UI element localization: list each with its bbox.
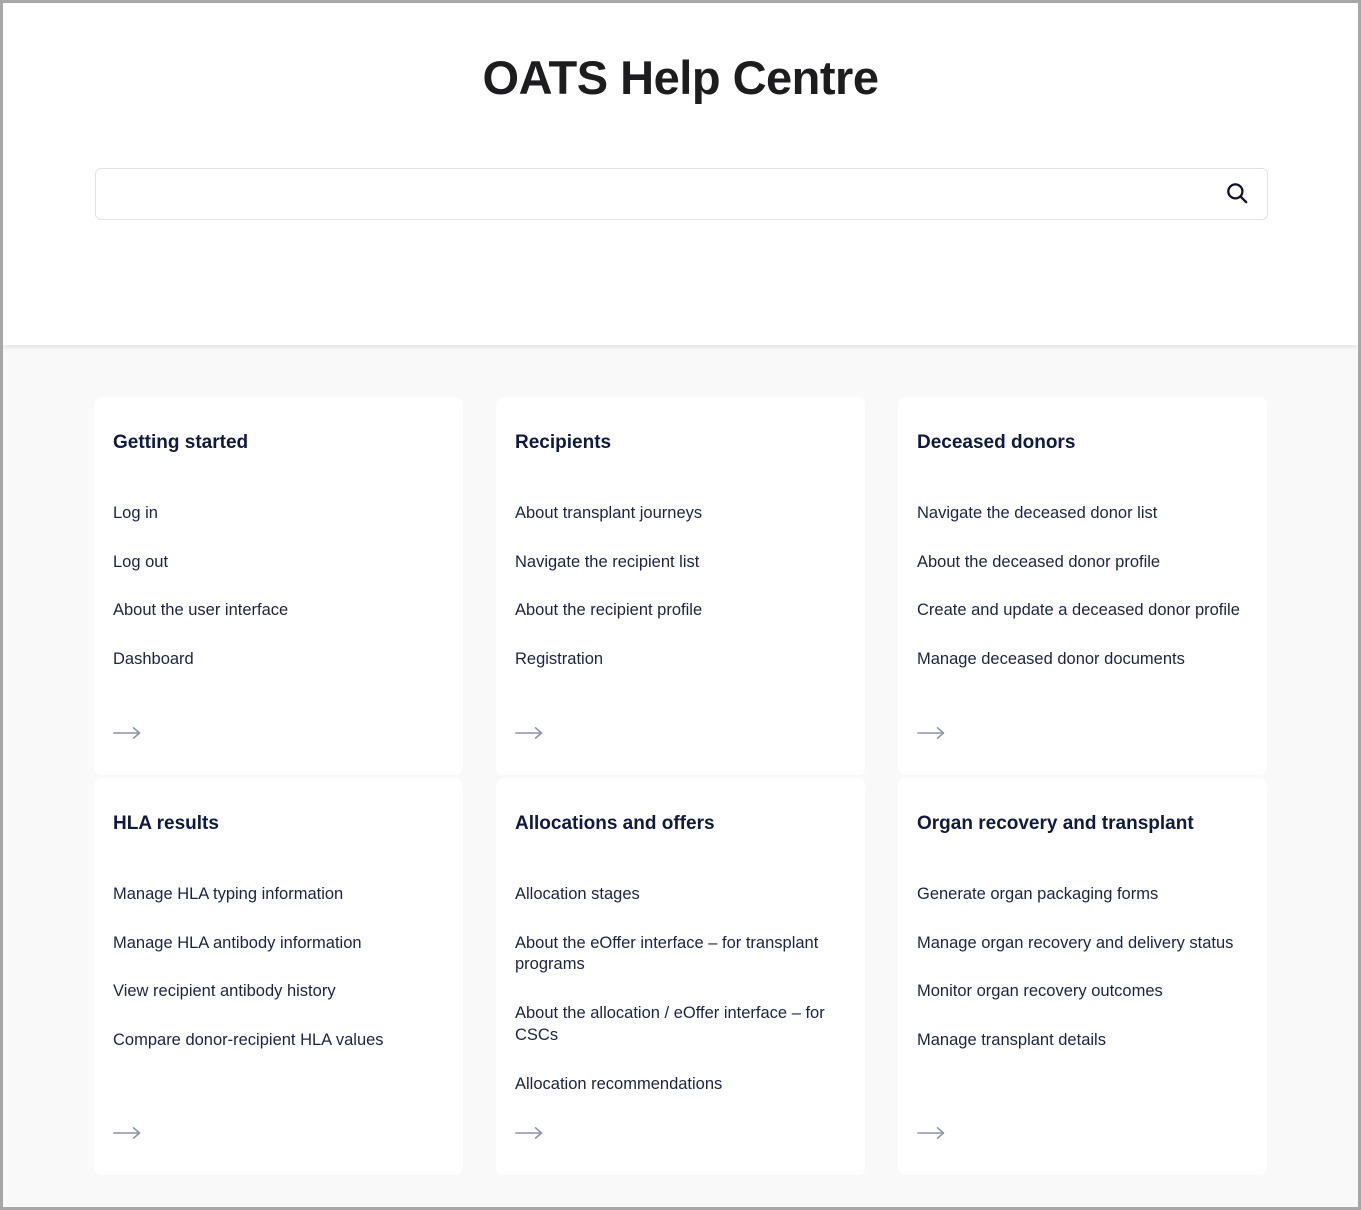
content-area: Getting started Log in Log out About the… [3,345,1358,1207]
card-link[interactable]: About the recipient profile [515,600,839,622]
card-see-more-link[interactable] [113,725,147,745]
card-see-more-link[interactable] [515,725,549,745]
search-input[interactable] [96,169,1207,219]
card-link[interactable]: Manage HLA antibody information [113,933,437,955]
category-card: HLA results Manage HLA typing informatio… [94,778,463,1176]
card-see-more-link[interactable] [113,1125,147,1145]
card-link-list: Navigate the deceased donor list About t… [917,503,1241,695]
card-link[interactable]: Dashboard [113,649,437,671]
arrow-right-icon [515,726,545,745]
card-link[interactable]: View recipient antibody history [113,981,437,1003]
page-title: OATS Help Centre [482,51,879,104]
card-link[interactable]: Create and update a deceased donor profi… [917,600,1241,622]
card-link[interactable]: Log in [113,503,437,525]
card-link[interactable]: Manage HLA typing information [113,884,437,906]
card-see-more-link[interactable] [515,1125,549,1145]
card-title: Allocations and offers [515,813,715,834]
search-submit-button[interactable] [1221,178,1253,210]
card-title: Organ recovery and transplant [917,813,1194,834]
card-title: Recipients [515,432,612,453]
card-link-list: Log in Log out About the user interface … [113,503,437,695]
arrow-right-icon [917,1126,947,1145]
card-title: Deceased donors [917,432,1076,453]
arrow-right-icon [113,726,143,745]
category-card: Deceased donors Navigate the deceased do… [898,397,1267,775]
card-link[interactable]: Manage deceased donor documents [917,649,1241,671]
card-link-list: About transplant journeys Navigate the r… [515,503,839,695]
card-link[interactable]: Generate organ packaging forms [917,884,1241,906]
card-link-list: Generate organ packaging forms Manage or… [917,884,1241,1096]
card-link[interactable]: Compare donor-recipient HLA values [113,1030,437,1052]
card-title: HLA results [113,813,219,834]
card-link-list: Manage HLA typing information Manage HLA… [113,884,437,1096]
card-link[interactable]: Allocation recommendations [515,1074,839,1096]
card-link[interactable]: Navigate the deceased donor list [917,503,1241,525]
card-link[interactable]: About the deceased donor profile [917,552,1241,574]
category-card-grid: Getting started Log in Log out About the… [94,397,1267,1176]
help-centre-page: OATS Help Centre Getting started Log in … [0,0,1361,1210]
card-link[interactable]: About the allocation / eOffer interface … [515,1003,839,1047]
card-see-more-link[interactable] [917,1125,951,1145]
category-card: Recipients About transplant journeys Nav… [496,397,865,775]
card-link[interactable]: About the user interface [113,600,437,622]
card-link-list: Allocation stages About the eOffer inter… [515,884,839,1096]
category-card: Getting started Log in Log out About the… [94,397,463,775]
search-bar [95,168,1268,220]
card-link[interactable]: Navigate the recipient list [515,552,839,574]
card-link[interactable]: Registration [515,649,839,671]
page-header: OATS Help Centre [3,3,1358,345]
card-see-more-link[interactable] [917,725,951,745]
search-box[interactable] [95,168,1268,220]
arrow-right-icon [917,726,947,745]
card-link[interactable]: Allocation stages [515,884,839,906]
search-icon [1224,180,1250,209]
card-link[interactable]: Monitor organ recovery outcomes [917,981,1241,1003]
card-link[interactable]: Manage transplant details [917,1030,1241,1052]
category-card: Organ recovery and transplant Generate o… [898,778,1267,1176]
card-title: Getting started [113,432,249,453]
card-link[interactable]: About transplant journeys [515,503,839,525]
card-link[interactable]: Log out [113,552,437,574]
arrow-right-icon [515,1126,545,1145]
arrow-right-icon [113,1126,143,1145]
card-link[interactable]: Manage organ recovery and delivery statu… [917,933,1241,955]
category-card: Allocations and offers Allocation stages… [496,778,865,1176]
card-link[interactable]: About the eOffer interface – for transpl… [515,933,839,977]
